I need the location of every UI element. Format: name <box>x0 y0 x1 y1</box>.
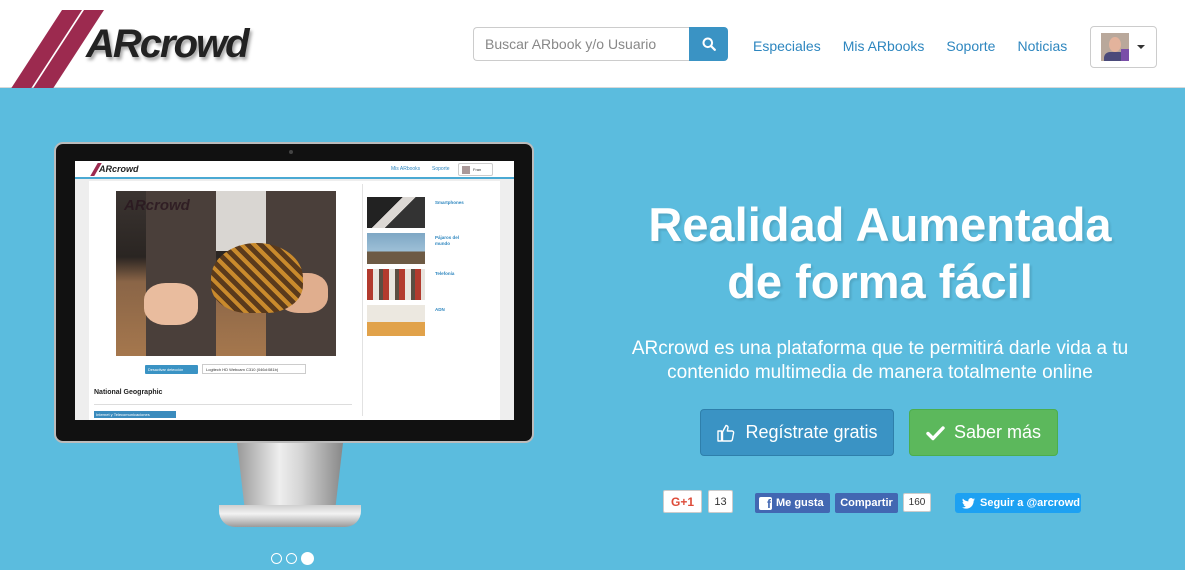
mini-detect-button: Desactivar detección <box>145 365 198 374</box>
top-navbar: ARcrowd Especiales Mis ARbooks Soporte N… <box>0 0 1185 88</box>
mini-nav-link: Soporte <box>432 166 450 172</box>
arcrowd-logo[interactable]: ARcrowd <box>11 10 252 88</box>
facebook-like-label: Me gusta <box>776 497 824 509</box>
mini-thumb <box>367 197 425 228</box>
avatar-badge <box>1121 49 1129 61</box>
facebook-count: 160 <box>903 493 931 512</box>
mini-thumb <box>367 233 425 264</box>
mini-user-name: Fran <box>473 167 482 172</box>
search-icon <box>702 37 716 51</box>
mini-logo-text: ARcrowd <box>99 163 139 174</box>
hero-title-line: de forma fácil <box>727 255 1033 308</box>
mini-thumb-label: ADN <box>435 307 445 312</box>
chevron-down-icon <box>1137 45 1145 49</box>
mini-thumb <box>367 305 425 336</box>
nav-link-especiales[interactable]: Especiales <box>742 38 832 54</box>
webcam-dot <box>289 150 293 154</box>
twitter-follow-label: Seguir a @arcrowd <box>980 497 1080 509</box>
turtle-photo: ARcrowd <box>116 191 336 356</box>
facebook-like-button[interactable]: f Me gusta <box>755 493 830 513</box>
mini-thumb-label: Pájaros del mundo <box>435 235 460 246</box>
register-button[interactable]: Regístrate gratis <box>700 409 894 456</box>
mini-heading: National Geographic <box>94 389 163 396</box>
search-input[interactable] <box>473 27 689 61</box>
mini-thumb-label: Telefonía <box>435 271 455 276</box>
register-button-label: Regístrate gratis <box>745 422 878 442</box>
hero-title-line: Realidad Aumentada <box>648 198 1112 251</box>
checkmark-icon <box>926 425 945 440</box>
twitter-bird-icon <box>962 497 975 509</box>
nav-link-soporte[interactable]: Soporte <box>935 38 1006 54</box>
facebook-share-button[interactable]: Compartir <box>835 493 898 513</box>
google-plus-count: 13 <box>708 490 733 513</box>
photo-watermark: ARcrowd <box>124 197 190 214</box>
learn-more-button[interactable]: Saber más <box>909 409 1058 456</box>
hero-subtitle-line: contenido multimedia de manera totalment… <box>667 362 1093 383</box>
hero-section: ARcrowd Mis ARbooks Soporte Fran ARcrowd… <box>0 88 1185 570</box>
carousel-dot[interactable] <box>271 553 282 564</box>
mini-column-divider <box>362 184 363 416</box>
mini-user-menu: Fran <box>458 163 493 176</box>
thumbs-up-icon <box>717 424 735 442</box>
hero-subtitle: ARcrowd es una plataforma que te permiti… <box>590 337 1170 385</box>
mini-thumb-label: Smartphones <box>435 200 464 205</box>
hero-title: Realidad Aumentada de forma fácil <box>600 196 1160 310</box>
mini-thumb <box>367 269 425 300</box>
photo-hand <box>144 283 198 325</box>
carousel-dot-active[interactable] <box>301 552 314 565</box>
main-nav: Especiales Mis ARbooks Soporte Noticias <box>742 38 1078 54</box>
carousel-indicators <box>271 552 314 565</box>
avatar <box>1101 33 1129 61</box>
logo-wordmark: ARcrowd <box>86 22 250 66</box>
mini-page-body: ARcrowd Desactivar detección Logitech HD… <box>89 181 500 420</box>
monitor-screen: ARcrowd Mis ARbooks Soporte Fran ARcrowd… <box>75 161 514 420</box>
monitor-stand-base <box>219 505 361 527</box>
mini-avatar <box>462 165 470 174</box>
mini-camera-select: Logitech HD Webcam C310 (046d:081b) <box>202 364 306 374</box>
photo-sleeve <box>146 191 216 356</box>
turtle-shell <box>211 243 303 313</box>
mini-navbar: ARcrowd Mis ARbooks Soporte Fran <box>75 161 514 179</box>
carousel-dot[interactable] <box>286 553 297 564</box>
photo-shirt <box>216 191 266 251</box>
google-plus-button[interactable]: G+1 <box>663 490 702 513</box>
mini-logo: ARcrowd <box>90 163 139 176</box>
mini-tag: Internet y Telecomunicaciones <box>94 411 176 418</box>
mini-nav-link: Mis ARbooks <box>391 166 421 172</box>
nav-link-mis-arbooks[interactable]: Mis ARbooks <box>832 38 936 54</box>
user-menu-dropdown[interactable] <box>1090 26 1157 68</box>
monitor-illustration: ARcrowd Mis ARbooks Soporte Fran ARcrowd… <box>54 142 534 443</box>
search-button[interactable] <box>689 27 728 61</box>
mini-divider <box>94 404 352 405</box>
twitter-follow-button[interactable]: Seguir a @arcrowd <box>955 493 1081 513</box>
hero-subtitle-line: ARcrowd es una plataforma que te permiti… <box>631 338 1129 359</box>
avatar-head <box>1109 37 1121 52</box>
facebook-icon: f <box>759 496 772 510</box>
nav-link-noticias[interactable]: Noticias <box>1006 38 1078 54</box>
search-form <box>473 27 728 61</box>
learn-more-button-label: Saber más <box>953 422 1042 442</box>
